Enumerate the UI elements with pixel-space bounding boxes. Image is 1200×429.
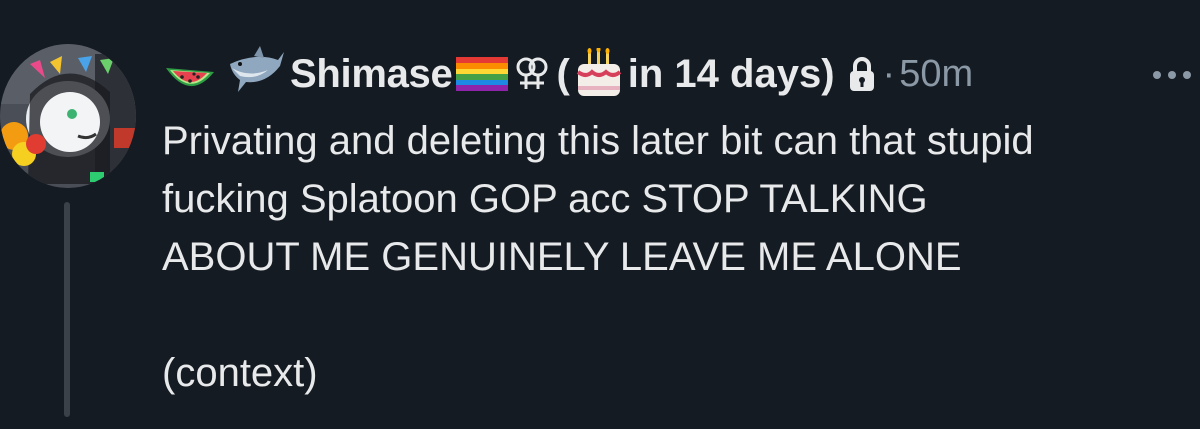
birthday-paren: ( <box>556 51 570 96</box>
rainbow-flag-icon <box>456 57 509 91</box>
double-venus-icon <box>514 55 550 93</box>
display-name[interactable]: Shimase <box>290 52 453 97</box>
post: Shimase (in 14 days) · 50m Privating an… <box>0 0 1200 429</box>
post-header: Shimase (in 14 days) · 50m <box>162 38 973 110</box>
shark-icon <box>226 46 284 102</box>
lock-icon <box>847 56 877 92</box>
separator-dot: · <box>882 52 896 95</box>
avatar[interactable] <box>0 44 136 188</box>
more-options-icon[interactable] <box>1150 68 1194 82</box>
watermelon-icon <box>162 46 218 102</box>
post-text: Privating and deleting this later bit ca… <box>162 119 1034 395</box>
birthday-cake-icon <box>574 46 624 100</box>
post-time[interactable]: 50m <box>899 53 973 96</box>
thread-line <box>64 202 70 417</box>
birthday-text: in 14 days) <box>627 51 835 96</box>
